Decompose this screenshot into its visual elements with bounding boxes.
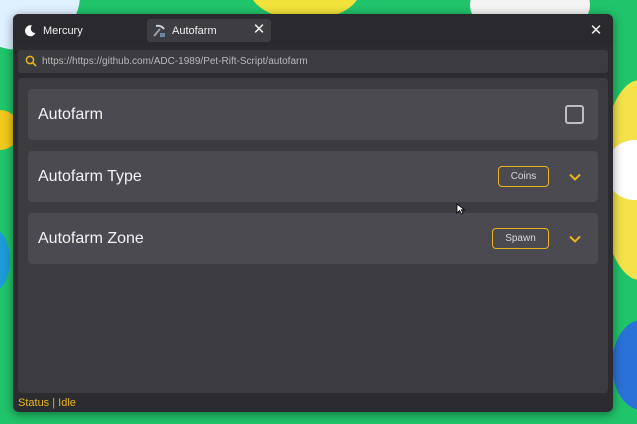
mercury-window: Mercury Autofarm ✕ ✕ https://https://git… bbox=[13, 14, 613, 412]
row-label: Autofarm bbox=[38, 106, 103, 123]
address-input[interactable]: https://https://github.com/ADC-1989/Pet-… bbox=[42, 56, 582, 67]
autofarm-zone-value[interactable]: Spawn bbox=[492, 228, 549, 249]
moon-icon bbox=[23, 24, 37, 38]
autofarm-checkbox[interactable] bbox=[565, 105, 584, 124]
autofarm-toggle-row[interactable]: Autofarm bbox=[28, 89, 598, 140]
address-bar[interactable]: https://https://github.com/ADC-1989/Pet-… bbox=[18, 50, 608, 73]
row-label: Autofarm Type bbox=[38, 168, 142, 185]
tab-label: Autofarm bbox=[172, 24, 217, 37]
chevron-down-icon[interactable] bbox=[568, 231, 582, 245]
status-text: Status | Idle bbox=[18, 397, 76, 409]
tab-label: Mercury bbox=[43, 24, 83, 37]
mouse-cursor-icon bbox=[456, 200, 466, 215]
tab-mercury[interactable]: Mercury bbox=[19, 19, 147, 42]
title-bar: Mercury Autofarm ✕ ✕ bbox=[13, 14, 613, 46]
autofarm-zone-row[interactable]: Autofarm Zone Spawn bbox=[28, 213, 598, 264]
close-tab-icon[interactable]: ✕ bbox=[251, 22, 267, 38]
close-window-icon[interactable]: ✕ bbox=[588, 22, 604, 38]
pickaxe-icon bbox=[152, 24, 166, 38]
search-icon bbox=[25, 52, 37, 71]
tab-autofarm[interactable]: Autofarm ✕ bbox=[147, 19, 271, 42]
content-panel: Autofarm Autofarm Type Coins Autofarm Zo… bbox=[18, 78, 608, 393]
autofarm-type-row[interactable]: Autofarm Type Coins bbox=[28, 151, 598, 202]
row-label: Autofarm Zone bbox=[38, 230, 144, 247]
chevron-down-icon[interactable] bbox=[568, 169, 582, 183]
autofarm-type-value[interactable]: Coins bbox=[498, 166, 549, 187]
